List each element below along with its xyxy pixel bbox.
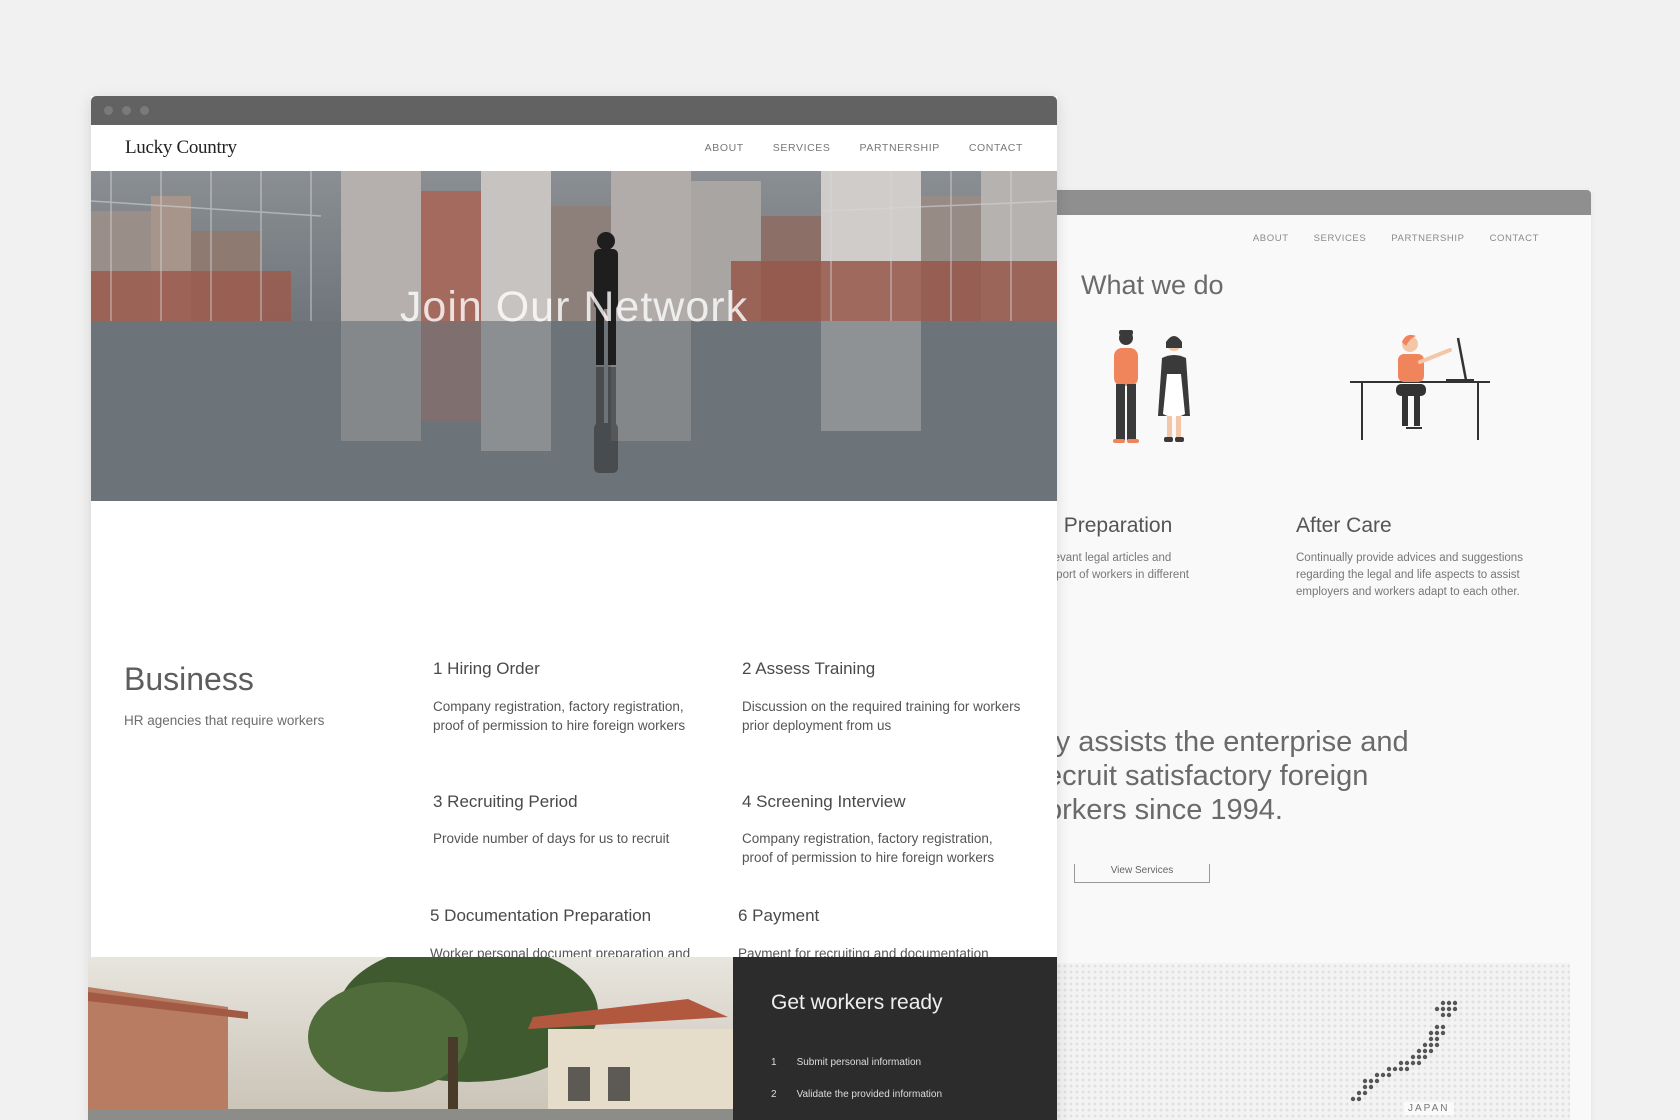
step-1-title: 1 Hiring Order — [433, 659, 540, 678]
panel-step-text: Validate the provided information — [796, 1089, 943, 1100]
japan-map-label: JAPAN — [1404, 1102, 1454, 1115]
panel-title: Get workers ready — [771, 991, 943, 1014]
back-nav-services[interactable]: SERVICES — [1314, 233, 1367, 244]
nav-about[interactable]: ABOUT — [705, 142, 744, 154]
business-heading: Business — [124, 661, 254, 697]
step-2-text: Discussion on the required training for … — [742, 699, 1021, 733]
window-close-dot-icon[interactable] — [104, 106, 113, 115]
step-5-title: 5 Documentation Preparation — [430, 906, 652, 925]
nav-contact[interactable]: CONTACT — [969, 142, 1023, 154]
workers-illustration-icon — [1113, 330, 1190, 443]
panel-step-text: Submit personal information — [796, 1057, 922, 1068]
step-3-title: 3 Recruiting Period — [433, 792, 578, 811]
step-1-text: Company registration, factory registrati… — [433, 699, 686, 733]
front-browser-window: Lucky Country ABOUT SERVICES PARTNERSHIP… — [88, 96, 1057, 1120]
back-nav-contact[interactable]: CONTACT — [1490, 233, 1539, 244]
back-nav-partnership[interactable]: PARTNERSHIP — [1391, 233, 1464, 244]
step-4-text: Company registration, factory registrati… — [742, 831, 995, 865]
site-header: Lucky Country ABOUT SERVICES PARTNERSHIP… — [91, 125, 1057, 171]
back-window-titlebar — [1000, 190, 1591, 215]
back-nav-about[interactable]: ABOUT — [1253, 233, 1289, 244]
get-workers-ready-panel: Get workers ready 1 Submit personal info… — [733, 957, 1057, 1120]
nav-services[interactable]: SERVICES — [773, 142, 831, 154]
back-nav: ABOUT SERVICES PARTNERSHIP CONTACT — [1253, 233, 1539, 244]
main-nav: ABOUT SERVICES PARTNERSHIP CONTACT — [705, 142, 1023, 154]
window-minimize-dot-icon[interactable] — [122, 106, 131, 115]
panel-step-1: 1 Submit personal information — [771, 1057, 921, 1068]
service-text-after-care: Continually provide advices and suggesti… — [1296, 552, 1523, 598]
service-title-after-care: After Care — [1296, 514, 1392, 537]
front-window-titlebar — [91, 96, 1057, 125]
step-6-title: 6 Payment — [738, 906, 820, 925]
hero-banner: Join Our Network — [91, 171, 1057, 501]
hero-title: Join Our Network — [399, 283, 749, 331]
world-dot-map: JAPAN — [1050, 963, 1570, 1120]
view-services-button[interactable]: View Services — [1074, 864, 1210, 883]
desk-worker-illustration-icon — [1350, 334, 1490, 440]
step-2-title: 2 Assess Training — [742, 659, 876, 678]
panel-step-2: 2 Validate the provided information — [771, 1089, 942, 1100]
what-we-do-heading: What we do — [1081, 270, 1224, 300]
site-logo[interactable]: Lucky Country — [125, 137, 237, 159]
step-3-text: Provide number of days for us to recruit — [433, 831, 670, 846]
rooftop-city-photo — [91, 171, 1057, 501]
nav-partnership[interactable]: PARTNERSHIP — [860, 142, 940, 154]
business-subtitle: HR agencies that require workers — [124, 713, 325, 728]
panel-step-number: 1 — [771, 1057, 777, 1068]
panel-step-number: 2 — [771, 1089, 777, 1100]
office-building-photo — [88, 957, 736, 1120]
company-tagline: ry assists the enterprise and ecruit sat… — [1046, 726, 1409, 826]
window-maximize-dot-icon[interactable] — [140, 106, 149, 115]
back-browser-window: ABOUT SERVICES PARTNERSHIP CONTACT What … — [996, 190, 1591, 1120]
step-4-title: 4 Screening Interview — [742, 792, 906, 811]
